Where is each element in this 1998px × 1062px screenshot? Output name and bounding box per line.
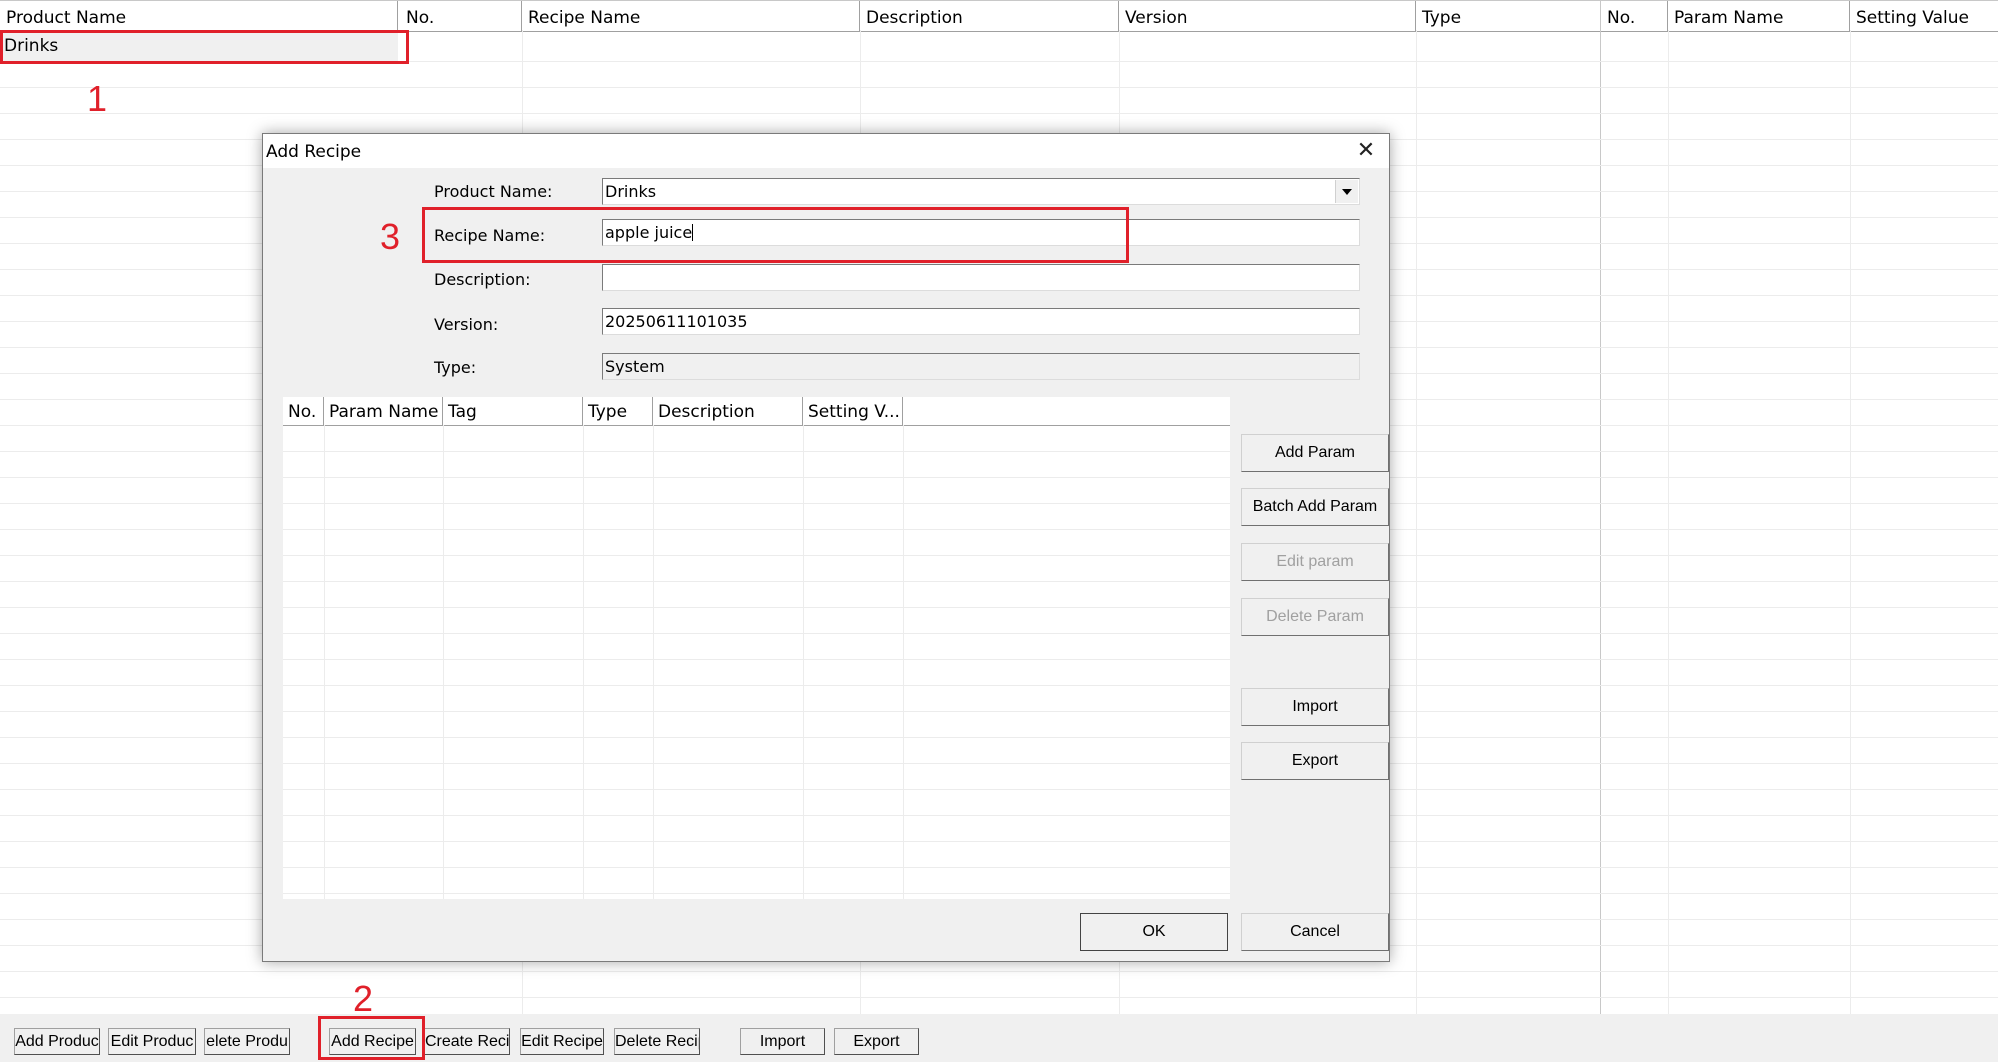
recipe-param-table[interactable]: No. Param Name Tag Type Description Sett…: [283, 397, 1230, 899]
ok-button[interactable]: OK: [1080, 913, 1228, 951]
chevron-down-icon[interactable]: [1335, 180, 1358, 203]
version-value: 20250611101035: [605, 312, 748, 331]
batch-add-param-button[interactable]: Batch Add Param: [1241, 488, 1389, 526]
column-header-version[interactable]: Version: [1119, 1, 1416, 31]
param-row-line: [283, 659, 1230, 660]
column-divider: [1850, 30, 1851, 1014]
annotation-box-add-recipe-button: [318, 1016, 425, 1060]
column-header-type[interactable]: Type: [583, 397, 653, 425]
param-row-line: [283, 451, 1230, 452]
param-row-line: [283, 685, 1230, 686]
dialog-export-button[interactable]: Export: [1241, 742, 1389, 780]
column-header-param-name[interactable]: Param Name: [324, 397, 443, 425]
description-label: Description:: [434, 270, 531, 289]
product-name-combobox[interactable]: Drinks: [602, 178, 1360, 205]
column-header-product-name[interactable]: Product Name: [0, 1, 398, 31]
type-label: Type:: [434, 358, 477, 377]
column-header-description[interactable]: Description: [653, 397, 803, 425]
param-row-line: [283, 867, 1230, 868]
dialog-import-button[interactable]: Import: [1241, 688, 1389, 726]
add-product-button[interactable]: Add Produc: [14, 1028, 100, 1055]
dialog-title-bar[interactable]: Add Recipe ✕: [263, 134, 1389, 168]
annotation-number-2: 2: [353, 978, 374, 1019]
column-divider: [1668, 30, 1669, 1014]
create-recipe-button[interactable]: Create Recip: [424, 1028, 510, 1055]
dialog-title: Add Recipe: [266, 142, 362, 162]
column-header-param-name[interactable]: Param Name: [1668, 1, 1850, 31]
edit-product-button[interactable]: Edit Produc: [108, 1028, 196, 1055]
delete-product-button[interactable]: elete Produ: [204, 1028, 290, 1055]
column-header-no[interactable]: No.: [400, 1, 522, 31]
column-header-no[interactable]: No.: [1601, 1, 1668, 31]
edit-recipe-button[interactable]: Edit Recipe: [520, 1028, 604, 1055]
column-header-setting-value[interactable]: Setting Value: [1850, 1, 1998, 31]
type-value: System: [605, 357, 665, 376]
column-header-setting-value[interactable]: Setting V...: [803, 397, 903, 425]
product-name-label: Product Name:: [434, 182, 553, 201]
param-row-line: [283, 633, 1230, 634]
import-button[interactable]: Import: [740, 1028, 825, 1055]
type-field: System: [602, 353, 1360, 380]
param-row-line: [283, 737, 1230, 738]
description-input[interactable]: [602, 264, 1360, 291]
products-grid-header: Product Name: [0, 0, 400, 32]
param-row-line: [283, 711, 1230, 712]
param-row-line: [283, 607, 1230, 608]
param-row-line: [283, 763, 1230, 764]
param-row-line: [283, 789, 1230, 790]
delete-recipe-button[interactable]: Delete Recip: [614, 1028, 700, 1055]
product-name-value: Drinks: [605, 182, 657, 201]
param-row-line: [283, 581, 1230, 582]
annotation-box-recipe-name-field: [422, 207, 1129, 263]
params-grid: No. Param Name Setting Value: [1600, 0, 1998, 1014]
params-grid-header: No. Param Name Setting Value: [1601, 0, 1998, 32]
add-param-button[interactable]: Add Param: [1241, 434, 1389, 472]
param-row-line: [283, 477, 1230, 478]
column-header-type[interactable]: Type: [1416, 1, 1598, 31]
param-row-lines: [283, 425, 1230, 899]
edit-param-button[interactable]: Edit param: [1241, 543, 1389, 581]
version-input[interactable]: 20250611101035: [602, 308, 1360, 335]
close-icon[interactable]: ✕: [1343, 134, 1389, 168]
param-row-line: [283, 529, 1230, 530]
annotation-box-product-row: [0, 30, 409, 64]
annotation-number-1: 1: [87, 78, 108, 119]
param-row-line: [283, 841, 1230, 842]
recipes-grid-header: No. Recipe Name Description Version Type: [400, 0, 1600, 32]
param-row-line: [283, 893, 1230, 894]
param-row-line: [283, 503, 1230, 504]
column-header-recipe-name[interactable]: Recipe Name: [522, 1, 860, 31]
delete-param-button[interactable]: Delete Param: [1241, 598, 1389, 636]
column-header-tag[interactable]: Tag: [443, 397, 583, 425]
param-table-header: No. Param Name Tag Type Description Sett…: [283, 397, 1230, 426]
version-label: Version:: [434, 315, 499, 334]
column-divider: [1416, 30, 1417, 1014]
column-header-description[interactable]: Description: [860, 1, 1119, 31]
param-row-line: [283, 815, 1230, 816]
param-row-line: [283, 555, 1230, 556]
bottom-toolbar: [0, 1014, 1998, 1062]
column-header-no[interactable]: No.: [283, 397, 324, 425]
cancel-button[interactable]: Cancel: [1241, 913, 1389, 951]
export-button[interactable]: Export: [834, 1028, 919, 1055]
annotation-number-3: 3: [380, 216, 401, 257]
